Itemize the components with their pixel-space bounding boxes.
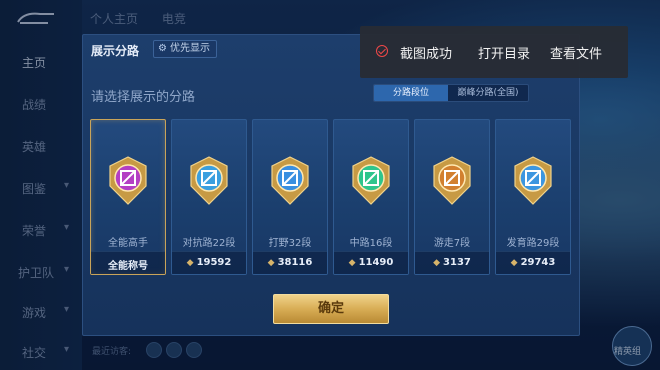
lane-card[interactable]: 中路16段 ◆ 11490: [333, 119, 409, 275]
all-round-emblem-icon: [109, 156, 147, 205]
toast-status: 截图成功: [400, 47, 453, 62]
segment-toggle: 分路段位 巅峰分路(全国): [373, 84, 529, 102]
clash-lane-emblem-icon: [190, 156, 228, 205]
lane-name: 打野32段: [268, 238, 312, 249]
lane-stat-value: ◆ 3137: [415, 257, 489, 268]
lane-name: 发育路29段: [506, 238, 560, 249]
lane-name: 全能高手: [108, 238, 148, 249]
view-file-link[interactable]: 查看文件: [550, 43, 602, 62]
diamond-icon: ◆: [267, 258, 275, 268]
priority-display-button[interactable]: ⚙ 优先显示: [153, 40, 217, 58]
lane-stat-footer: ◆ 38116: [253, 251, 327, 274]
lane-value-text: 全能称号: [108, 261, 148, 272]
lane-stat-value: 全能称号: [91, 257, 165, 272]
lane-value-text: 3137: [443, 257, 471, 268]
dialog-title: 展示分路: [91, 44, 140, 58]
gear-icon: ⚙: [158, 43, 167, 54]
open-directory-link[interactable]: 打开目录: [478, 43, 530, 62]
mid-lane-emblem-icon: [352, 156, 390, 205]
check-circle-icon: [376, 45, 388, 57]
lane-stat-value: ◆ 29743: [496, 257, 570, 268]
lane-card[interactable]: 对抗路22段 ◆ 19592: [171, 119, 247, 275]
lane-value-text: 38116: [277, 257, 313, 268]
confirm-button[interactable]: 确定: [273, 294, 389, 324]
lane-stat-footer: ◆ 29743: [496, 251, 570, 274]
lane-stat-value: ◆ 38116: [253, 257, 327, 268]
lane-name: 游走7段: [433, 238, 471, 249]
lane-card[interactable]: 打野32段 ◆ 38116: [252, 119, 328, 275]
lane-name: 对抗路22段: [182, 238, 236, 249]
dialog-subtitle: 请选择展示的分路: [91, 90, 196, 105]
diamond-icon: ◆: [433, 258, 441, 268]
diamond-icon: ◆: [510, 258, 518, 268]
lane-value-text: 29743: [520, 257, 556, 268]
jungle-emblem-icon: [271, 156, 309, 205]
segment-lane-rank[interactable]: 分路段位: [374, 85, 448, 101]
lane-value-text: 11490: [358, 257, 394, 268]
lane-stat-footer: ◆ 19592: [172, 251, 246, 274]
show-lane-dialog: 展示分路 ⚙ 优先显示 请选择展示的分路 分路段位 巅峰分路(全国) 全能高手全能…: [82, 34, 580, 336]
lane-card[interactable]: 全能高手 全能称号: [90, 119, 166, 275]
lane-card[interactable]: 游走7段 ◆ 3137: [414, 119, 490, 275]
priority-display-label: 优先显示: [170, 43, 210, 54]
segment-peak-lane[interactable]: 巅峰分路(全国): [448, 85, 528, 101]
lane-stat-footer: ◆ 3137: [415, 251, 489, 274]
lane-stat-footer: 全能称号: [91, 251, 165, 274]
diamond-icon: ◆: [348, 258, 356, 268]
lane-card[interactable]: 发育路29段 ◆ 29743: [495, 119, 571, 275]
screenshot-toast: 截图成功 打开目录 查看文件: [360, 26, 628, 78]
roam-emblem-icon: [433, 156, 471, 205]
lane-stat-footer: ◆ 11490: [334, 251, 408, 274]
lane-name: 中路16段: [349, 238, 393, 249]
lane-stat-value: ◆ 19592: [172, 257, 246, 268]
farm-lane-emblem-icon: [514, 156, 552, 205]
lane-value-text: 19592: [196, 257, 232, 268]
diamond-icon: ◆: [186, 258, 194, 268]
lane-stat-value: ◆ 11490: [334, 257, 408, 268]
